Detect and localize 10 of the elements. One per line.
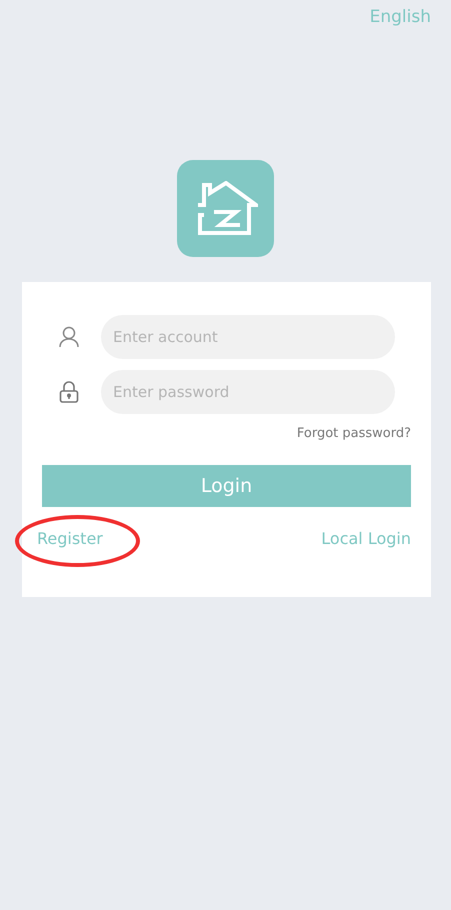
lock-icon [59, 381, 79, 403]
account-field[interactable]: Enter account [101, 315, 395, 359]
language-link[interactable]: English [370, 7, 431, 33]
password-field[interactable]: Enter password [101, 370, 395, 414]
local-login-link[interactable]: Local Login [321, 529, 411, 548]
forgot-password-link[interactable]: Forgot password? [296, 426, 411, 441]
house-logo-icon [177, 160, 274, 257]
person-icon [59, 326, 79, 348]
register-link[interactable]: Register [37, 529, 103, 548]
login-button[interactable]: Login [42, 465, 411, 507]
